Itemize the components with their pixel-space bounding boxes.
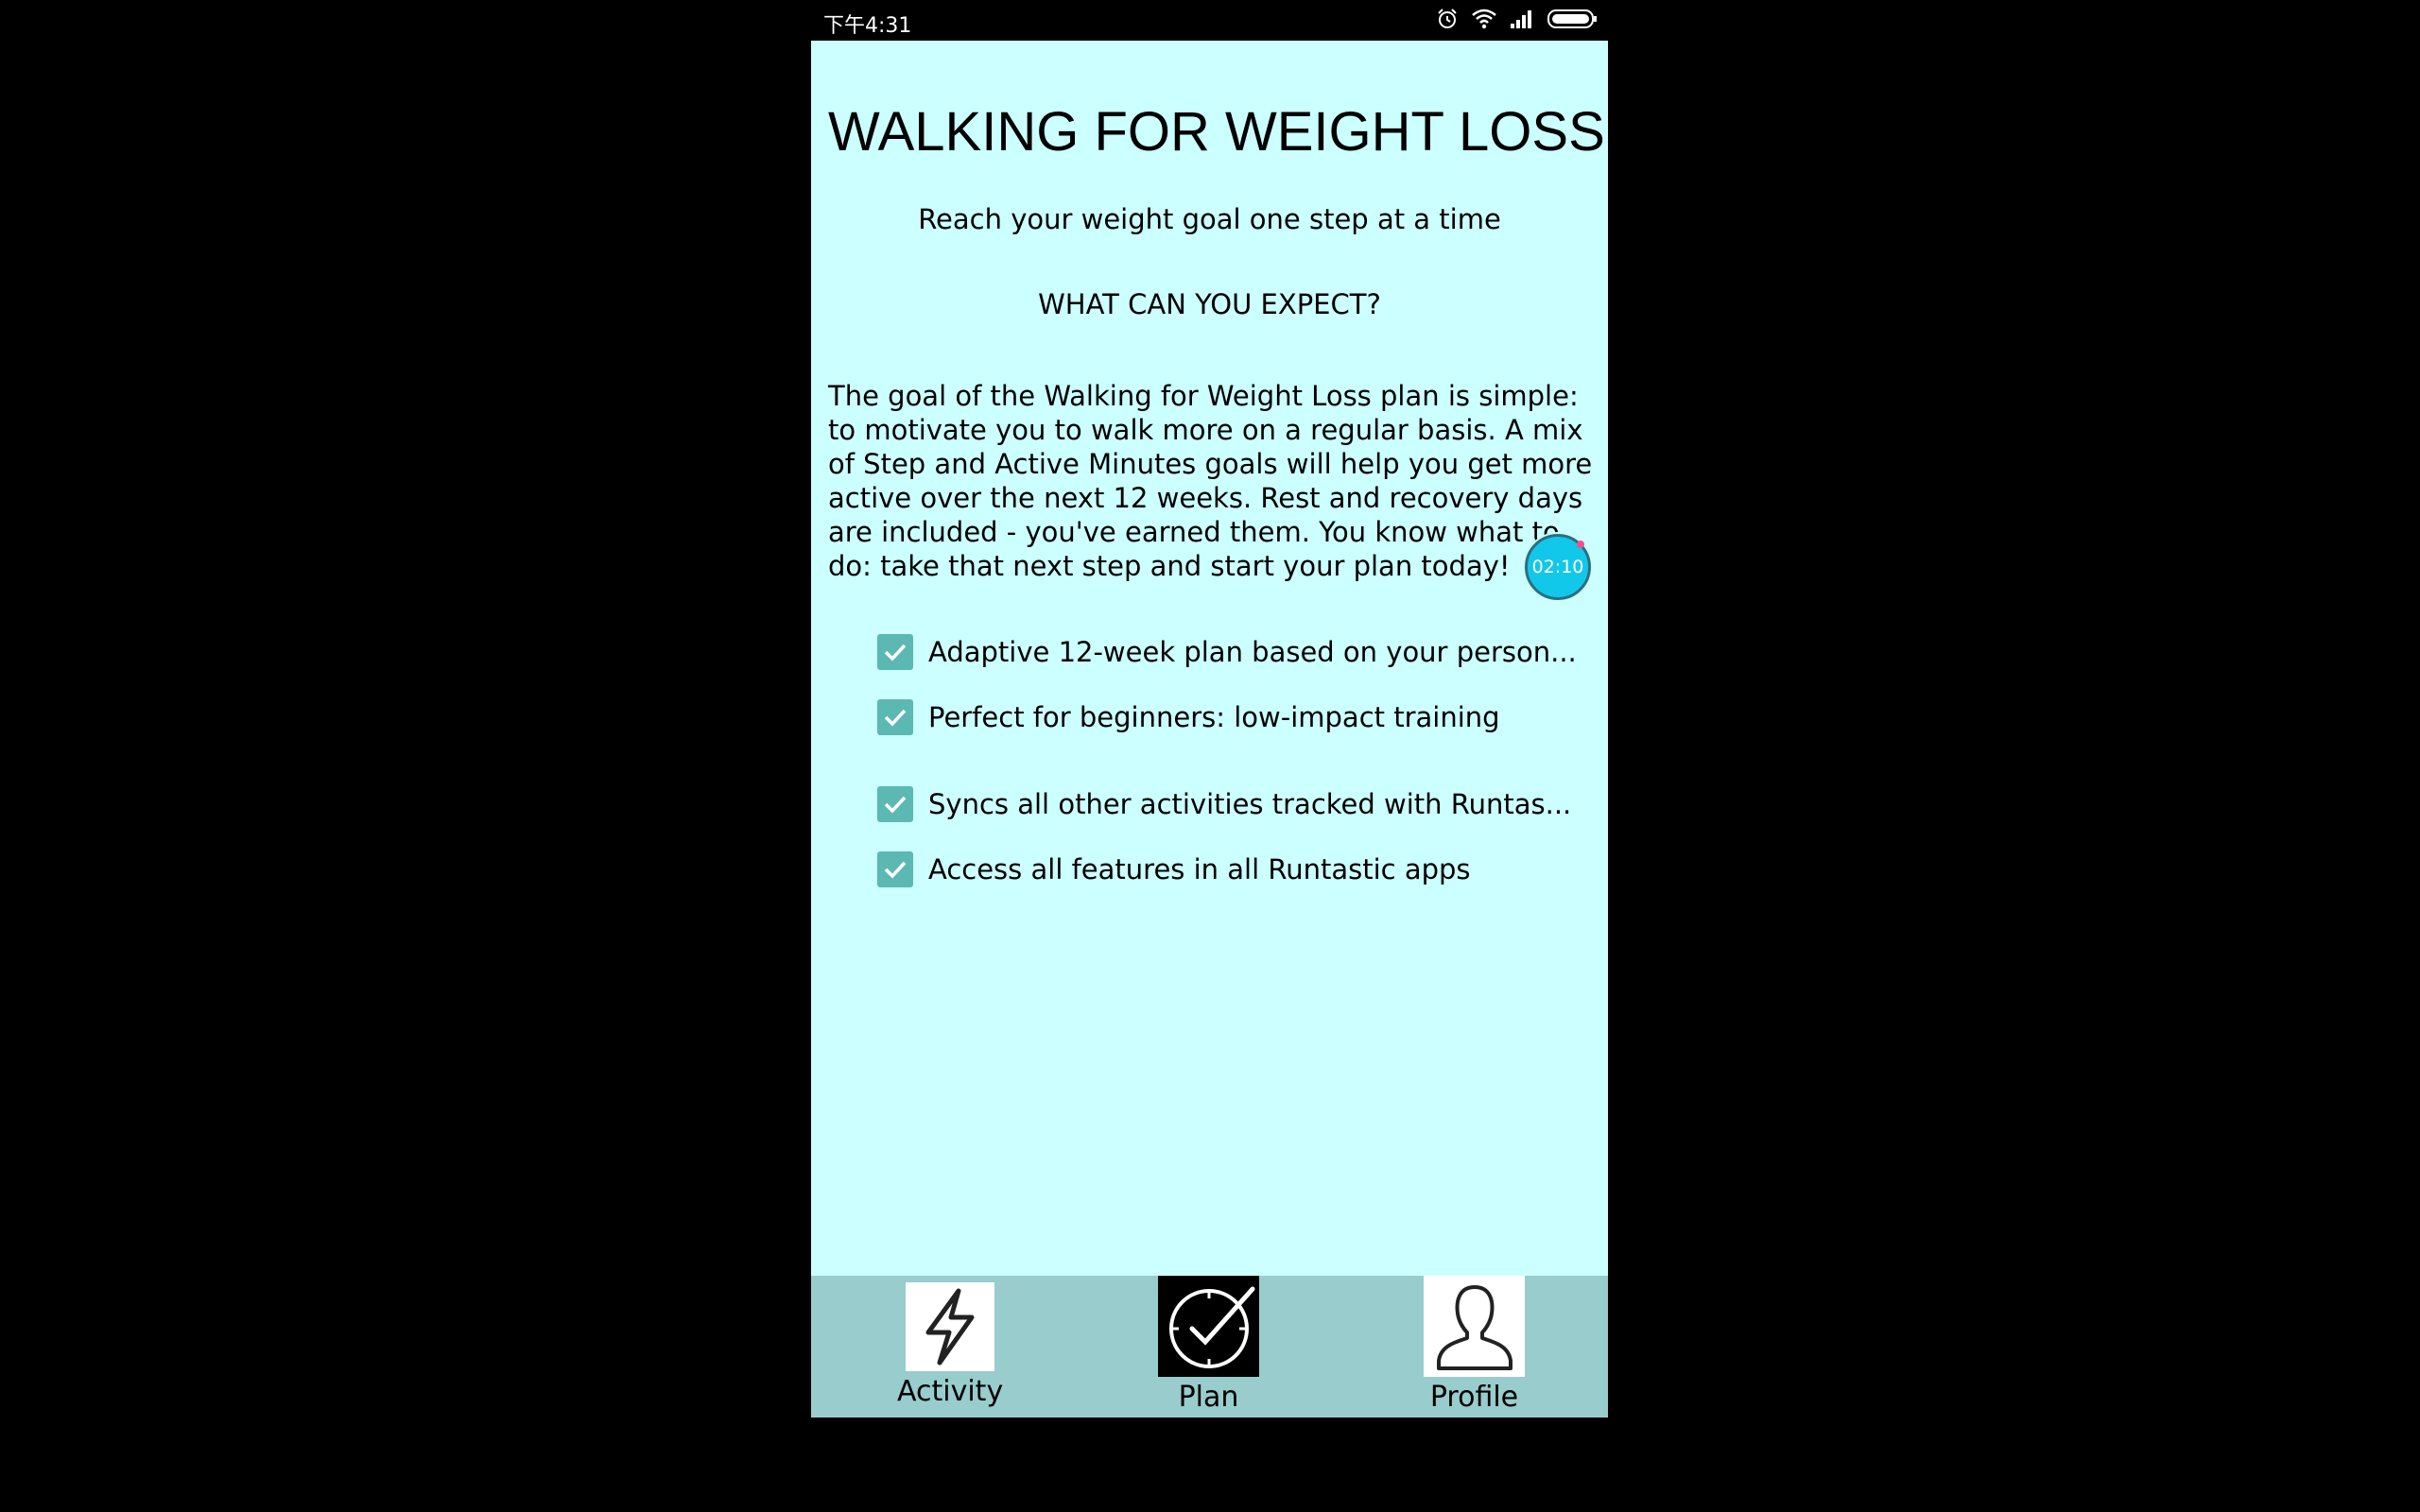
- nav-label: Plan: [1178, 1381, 1239, 1414]
- check-icon: [877, 634, 913, 670]
- check-icon: [877, 786, 913, 822]
- feature-label: Access all features in all Runtastic app…: [928, 853, 1471, 885]
- wifi-icon: [1472, 9, 1496, 33]
- person-icon: [1424, 1276, 1525, 1377]
- alarm-icon: [1436, 8, 1459, 34]
- status-time: 下午4:31: [823, 14, 912, 38]
- feature-item: Syncs all other activities tracked with …: [877, 783, 1571, 825]
- bottom-nav: Activity Plan Profile: [811, 1276, 1608, 1418]
- feature-label: Perfect for beginners: low-impact traini…: [928, 701, 1500, 733]
- signal-icon: [1510, 9, 1534, 33]
- clock-check-icon: [1158, 1276, 1259, 1377]
- status-icons: [1436, 8, 1599, 34]
- battery-icon: [1547, 8, 1599, 34]
- nav-item-plan[interactable]: Plan: [1158, 1276, 1259, 1414]
- check-icon: [877, 851, 913, 887]
- lightning-icon: [906, 1282, 995, 1371]
- feature-label: Adaptive 12-week plan based on your pers…: [928, 636, 1577, 668]
- feature-item: Adaptive 12-week plan based on your pers…: [877, 631, 1577, 673]
- plan-description: The goal of the Walking for Weight Loss …: [828, 380, 1593, 582]
- status-bar: 下午4:31: [811, 0, 1608, 41]
- floating-timer-button[interactable]: 02:10: [1525, 534, 1591, 600]
- feature-item: Access all features in all Runtastic app…: [877, 849, 1471, 890]
- record-dot-icon: [1577, 541, 1584, 548]
- page-subtitle: Reach your weight goal one step at a tim…: [918, 203, 1501, 235]
- check-icon: [877, 699, 913, 735]
- nav-item-profile[interactable]: Profile: [1424, 1276, 1525, 1414]
- section-heading: WHAT CAN YOU EXPECT?: [1038, 288, 1381, 320]
- timer-value: 02:10: [1531, 557, 1584, 577]
- page-title: WALKING FOR WEIGHT LOSS: [828, 101, 1605, 163]
- nav-label: Activity: [897, 1375, 1004, 1408]
- nav-item-activity[interactable]: Activity: [897, 1282, 1003, 1408]
- plan-detail-screen: WALKING FOR WEIGHT LOSS Reach your weigh…: [811, 41, 1608, 1276]
- feature-item: Perfect for beginners: low-impact traini…: [877, 696, 1500, 738]
- feature-label: Syncs all other activities tracked with …: [928, 788, 1572, 820]
- nav-label: Profile: [1429, 1381, 1519, 1414]
